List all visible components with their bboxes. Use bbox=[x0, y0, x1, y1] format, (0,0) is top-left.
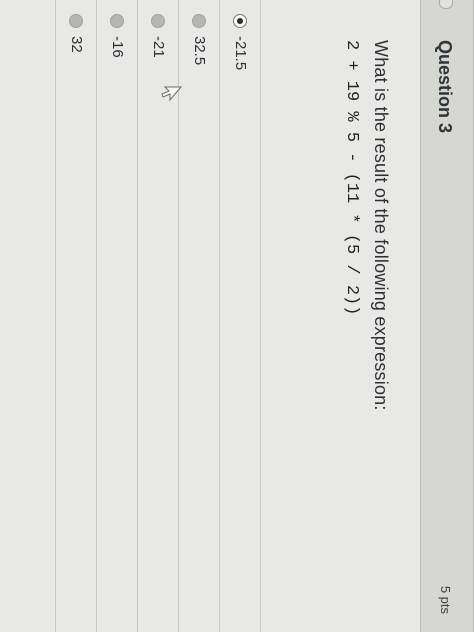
radio-selected-icon[interactable] bbox=[233, 14, 247, 28]
collapse-toggle-icon[interactable] bbox=[439, 0, 453, 9]
answer-label[interactable]: 32 bbox=[68, 36, 85, 53]
radio-unselected-icon[interactable] bbox=[192, 14, 206, 28]
radio-unselected-icon[interactable] bbox=[69, 14, 83, 28]
question-header: Question 3 5 pts bbox=[420, 0, 473, 632]
answer-label[interactable]: -21.5 bbox=[232, 36, 249, 70]
mouse-pointer-icon bbox=[161, 86, 182, 102]
question-prompt: What is the result of the following expr… bbox=[371, 40, 391, 411]
answer-option-2[interactable]: 32.5 bbox=[179, 0, 220, 632]
answer-label[interactable]: 32.5 bbox=[191, 36, 208, 65]
answer-option-5[interactable]: 32 bbox=[55, 0, 97, 632]
question-points: 5 pts bbox=[438, 585, 453, 614]
question-card: Question 3 5 pts What is the result of t… bbox=[0, 0, 474, 632]
screen: Question 3 5 pts What is the result of t… bbox=[0, 0, 474, 632]
question-expression: 2 + 19 % 5 - (11 * (5 / 2)) bbox=[342, 40, 361, 316]
radio-unselected-icon[interactable] bbox=[151, 14, 165, 28]
answer-option-1[interactable]: -21.5 bbox=[220, 0, 261, 632]
answer-list: -21.5 32.5 -21 -16 32 bbox=[55, 0, 261, 632]
answer-option-4[interactable]: -16 bbox=[97, 0, 138, 632]
answer-label[interactable]: -21 bbox=[150, 36, 167, 58]
answer-label[interactable]: -16 bbox=[109, 36, 126, 58]
question-title: Question 3 bbox=[435, 40, 455, 134]
rotated-page: Question 3 5 pts What is the result of t… bbox=[0, 0, 474, 632]
radio-unselected-icon[interactable] bbox=[110, 14, 124, 28]
